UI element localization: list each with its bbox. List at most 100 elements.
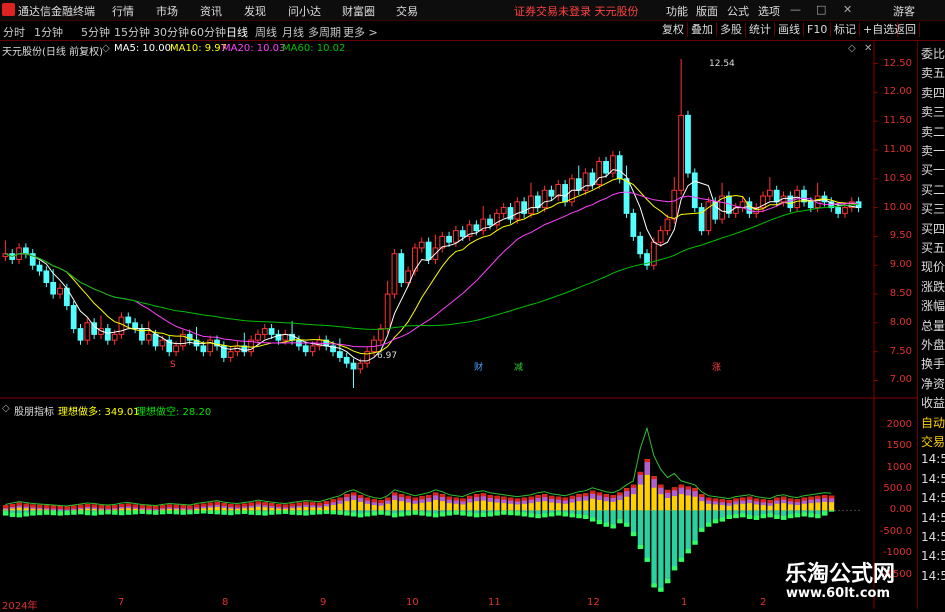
sidebar-item[interactable]: 卖二 [921, 123, 945, 140]
candle-body [336, 351, 343, 358]
candle-body [664, 218, 671, 232]
bear-cap [760, 514, 766, 519]
bull-mid [50, 508, 57, 510]
bull-mid [589, 493, 596, 499]
bear-cap [562, 512, 569, 517]
chart-canvas[interactable] [0, 0, 945, 609]
sidebar-item[interactable]: 14:56 [921, 452, 945, 466]
bull-mid [596, 495, 603, 500]
bull-mid [364, 500, 371, 504]
sidebar-item[interactable]: 卖三 [921, 103, 945, 120]
bear-cap [262, 511, 268, 516]
sidebar-item[interactable]: 涨跌 [921, 278, 945, 295]
sidebar-item[interactable]: 14:56 [921, 472, 945, 486]
candle-body [391, 253, 398, 295]
sidebar-item[interactable]: 买五 [921, 239, 945, 256]
bull-mid [214, 504, 220, 507]
sidebar-item[interactable]: 委比 [921, 45, 945, 62]
candle-body [609, 155, 616, 174]
marker-s[interactable]: S [170, 360, 176, 370]
sidebar-item[interactable]: 买二 [921, 181, 945, 198]
bull-mid [105, 508, 111, 510]
bull-mid [351, 495, 357, 500]
sidebar-item[interactable]: 买三 [921, 200, 945, 217]
price-axis-label: 10.50 [883, 172, 912, 184]
candle-body [766, 189, 773, 197]
bear-cap [487, 512, 493, 517]
sidebar-item[interactable]: 14:56 [921, 491, 945, 505]
bear-cap [740, 513, 746, 518]
bull-mid [542, 497, 548, 502]
bull-mid [665, 492, 671, 499]
price-axis-label: 11.50 [883, 115, 912, 127]
bear-cap [494, 511, 500, 516]
price-axis-label: 9.00 [889, 259, 912, 271]
candle-body [23, 247, 29, 255]
sidebar-item[interactable]: 收益 [921, 394, 945, 411]
candle-body [487, 218, 493, 226]
candle-body [623, 178, 630, 214]
marker-cai[interactable]: 财 [474, 360, 483, 373]
bull-mid [467, 498, 473, 503]
sidebar-item[interactable]: 自动 [921, 414, 945, 431]
bear-cap [412, 510, 418, 515]
sidebar-item[interactable]: 卖五 [921, 64, 945, 81]
candle-body [104, 328, 111, 341]
candle-body [446, 235, 452, 243]
price-axis-label: 11.00 [883, 143, 912, 155]
bear-cap [624, 522, 630, 527]
bull-mid [378, 503, 384, 506]
bull-mid [289, 506, 295, 509]
sidebar-item[interactable]: 现价 [921, 258, 945, 275]
bear-cap [542, 513, 548, 518]
bear-bar [658, 510, 664, 592]
sidebar-item[interactable]: 买一 [921, 161, 945, 178]
bear-cap [37, 511, 43, 516]
sidebar-item[interactable]: 总量 [921, 317, 945, 334]
bear-cap [583, 514, 589, 519]
sidebar-item[interactable]: 交易 [921, 433, 945, 450]
bull-mid [692, 491, 698, 497]
bear-cap [644, 557, 650, 562]
bull-mid [194, 507, 200, 509]
sidebar-item[interactable]: 14:56 [921, 549, 945, 563]
bull-mid [282, 507, 289, 509]
bear-cap [337, 510, 343, 515]
bear-cap [508, 511, 514, 516]
bull-mid [173, 507, 179, 510]
sidebar-item[interactable]: 买四 [921, 220, 945, 237]
bull-mid [706, 500, 712, 504]
bear-cap [521, 512, 528, 517]
sidebar-item[interactable]: 换手 [921, 355, 945, 372]
bear-cap [112, 510, 118, 515]
indicator-axis-label: 1000 [886, 461, 912, 473]
indicator-axis-label: -500.0 [879, 525, 912, 537]
price-axis-label: 9.50 [889, 230, 912, 242]
candle-body [657, 230, 664, 243]
bull-mid [583, 496, 589, 501]
date-axis-label: 11 [488, 597, 501, 608]
sidebar-item[interactable]: 14:56 [921, 569, 945, 583]
sidebar-item[interactable]: 涨幅 [921, 297, 945, 314]
sidebar-item[interactable]: 卖一 [921, 142, 945, 159]
bull-mid [433, 495, 439, 500]
bear-cap [699, 527, 705, 532]
sidebar-item[interactable]: 卖四 [921, 84, 945, 101]
candle-body [152, 333, 159, 347]
bull-mid [139, 508, 145, 510]
sidebar-item[interactable]: 14:56 [921, 530, 945, 544]
candle-body [343, 356, 350, 364]
sidebar-item[interactable]: 净资 [921, 375, 945, 392]
bull-mid [740, 500, 746, 504]
bull-mid [310, 505, 316, 508]
sidebar-item[interactable]: 14:56 [921, 511, 945, 525]
candle-body [43, 270, 50, 284]
bull-mid [132, 507, 139, 509]
marker-zhang[interactable]: 涨 [712, 360, 721, 373]
sidebar-item[interactable]: 外盘 [921, 336, 945, 353]
bull-mid [699, 497, 705, 502]
marker-jian[interactable]: 减 [514, 360, 523, 373]
bear-cap [214, 510, 220, 515]
price-axis-label: 12.00 [883, 86, 912, 98]
candle-body [398, 253, 405, 284]
